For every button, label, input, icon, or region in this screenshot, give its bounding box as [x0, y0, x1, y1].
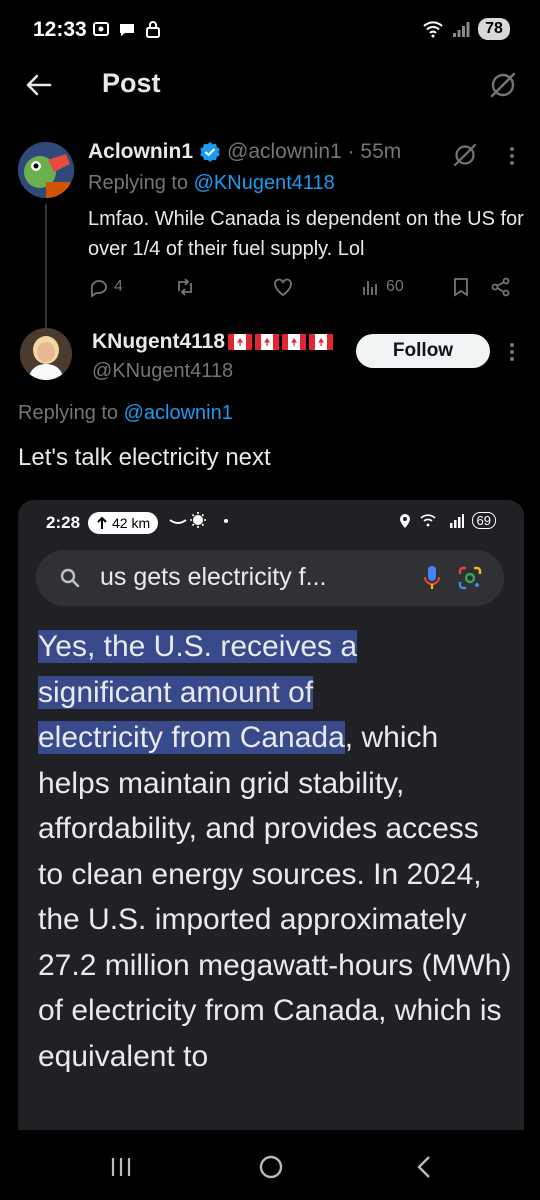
- canada-flag-icon: [228, 334, 253, 350]
- embedded-status-icons: [168, 510, 248, 535]
- display-name[interactable]: KNugent4118: [92, 330, 334, 354]
- signal-icon: [453, 22, 470, 37]
- status-time: 12:33: [33, 18, 87, 41]
- recent-apps-icon[interactable]: [106, 1152, 136, 1182]
- embedded-status-right: 69: [398, 512, 496, 529]
- replying-to: Replying to @aclownin1: [18, 402, 233, 424]
- handle-time: @aclownin1 · 55m: [227, 140, 402, 163]
- avatar-image: [18, 142, 74, 198]
- canada-flag-icon: [309, 334, 334, 350]
- verified-badge-icon: [200, 142, 220, 162]
- ai-overview-text: Yes, the U.S. receives a significant amou…: [38, 624, 512, 1079]
- search-icon: [60, 568, 80, 588]
- replying-to: Replying to @KNugent4118: [88, 172, 335, 194]
- grok-icon[interactable]: [452, 142, 478, 168]
- follow-button[interactable]: Follow: [356, 334, 490, 368]
- display-name[interactable]: Aclownin1: [88, 140, 193, 164]
- embedded-status-bar: 2:28 42 km 69: [18, 500, 524, 548]
- search-query: us gets electricity f...: [100, 563, 327, 591]
- tweet-actions: 4 60: [88, 276, 528, 300]
- up-arrow-icon: [97, 516, 107, 529]
- network-icon: [419, 513, 464, 528]
- avatar[interactable]: [18, 142, 74, 198]
- screenshot-icon: [93, 22, 109, 36]
- share-button[interactable]: [490, 276, 512, 298]
- handle: @KNugent4118: [92, 360, 234, 382]
- system-nav-bar: [0, 1130, 540, 1200]
- bookmark-icon: [454, 278, 468, 297]
- more-options-icon[interactable]: [509, 146, 515, 166]
- attached-image[interactable]: 2:28 42 km 69 us gets electricity f... Y…: [18, 500, 524, 1140]
- wifi-icon: [423, 21, 443, 38]
- embedded-battery: 69: [471, 512, 496, 529]
- embedded-time: 2:28: [46, 513, 81, 532]
- post-header: Post: [0, 60, 540, 120]
- share-icon: [491, 277, 510, 297]
- main-tweet: KNugent4118 @KNugent4118 Follow Replying…: [0, 320, 540, 1140]
- repost-icon: [178, 278, 192, 296]
- lock-icon: [146, 21, 160, 38]
- more-options-icon[interactable]: [509, 342, 515, 362]
- canada-flag-icon: [282, 334, 307, 350]
- views-button[interactable]: 60: [360, 276, 404, 298]
- embedded-distance-badge: 42 km: [88, 512, 159, 534]
- back-nav-icon[interactable]: [410, 1152, 440, 1182]
- home-icon[interactable]: [256, 1152, 286, 1182]
- tweet-text: Lmfao. While Canada is dependent on the …: [88, 208, 524, 260]
- back-arrow-icon[interactable]: [24, 70, 54, 100]
- google-search-bar[interactable]: us gets electricity f...: [36, 550, 504, 606]
- highlighted-text: Yes, the U.S. receives a: [38, 630, 358, 663]
- reply-tweet-parent[interactable]: Aclownin1 @aclownin1 · 55m Replying to @…: [0, 130, 540, 374]
- message-icon: [120, 24, 134, 36]
- avatar-image: [20, 328, 72, 380]
- avatar[interactable]: [20, 328, 72, 380]
- repost-button[interactable]: [174, 276, 196, 298]
- highlighted-text: significant amount of: [38, 675, 314, 709]
- replying-to-link[interactable]: @aclownin1: [124, 402, 233, 424]
- highlighted-text: electricity from Canada: [38, 721, 345, 754]
- grok-icon[interactable]: [488, 70, 518, 100]
- status-icons-left: [92, 20, 162, 38]
- tweet-text: Let's talk electricity next: [18, 444, 271, 471]
- status-icons-right: 78: [422, 18, 510, 40]
- heart-icon: [274, 278, 292, 297]
- tweet-header: Aclownin1 @aclownin1 · 55m: [88, 140, 401, 164]
- reply-icon: [90, 280, 107, 298]
- google-lens-icon: [458, 566, 482, 590]
- like-button[interactable]: [272, 276, 294, 298]
- view-count: 60: [386, 278, 404, 295]
- microphone-icon: [423, 566, 441, 589]
- bookmark-button[interactable]: [450, 276, 472, 298]
- canada-flag-icon: [255, 334, 280, 350]
- reply-count: 4: [114, 278, 123, 295]
- status-bar: 12:33 78: [0, 0, 540, 60]
- page-title: Post: [102, 68, 161, 98]
- location-icon: [399, 513, 410, 528]
- replying-to-link[interactable]: @KNugent4118: [194, 172, 335, 194]
- reply-button[interactable]: 4: [88, 276, 123, 298]
- answer-body: , which helps maintain grid stability, a…: [38, 721, 512, 1073]
- weather-icon: [169, 512, 228, 528]
- battery-indicator: 78: [478, 18, 510, 40]
- views-icon: [363, 281, 377, 295]
